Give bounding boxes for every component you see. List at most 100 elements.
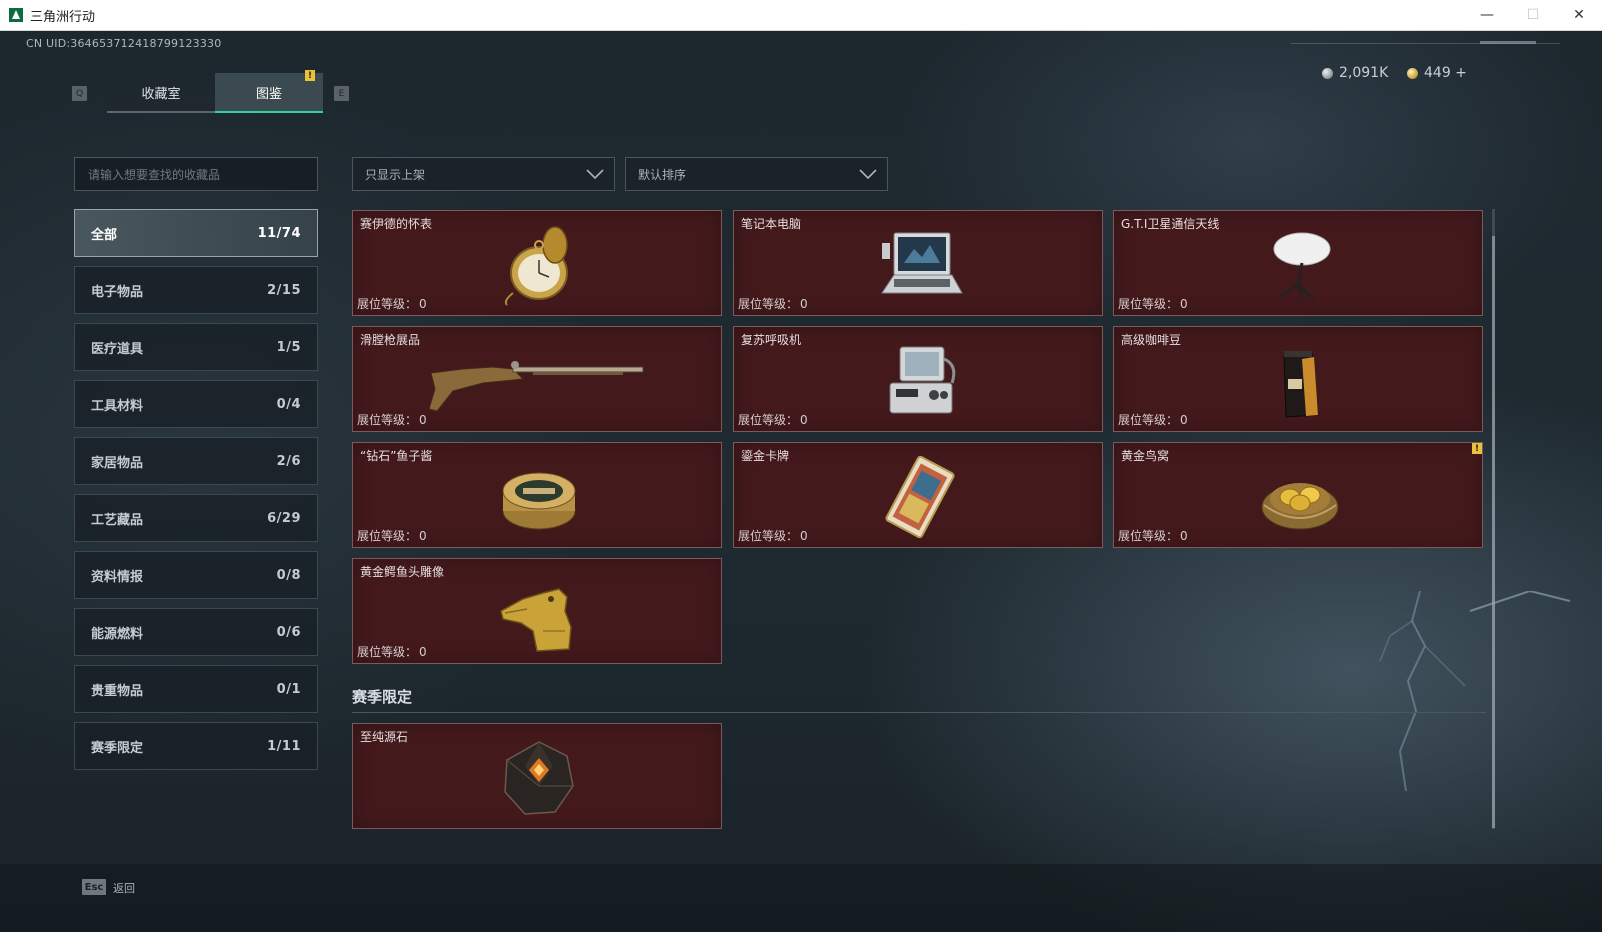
main-tabs: 收藏室 图鉴 bbox=[107, 73, 323, 113]
item-level: 展位等级： 0 bbox=[1118, 529, 1188, 543]
display-filter-dropdown[interactable]: 只显示上架 bbox=[352, 157, 615, 191]
top-indicator bbox=[1480, 41, 1536, 44]
currency-gold-value: 449 + bbox=[1424, 65, 1467, 81]
category-crafts[interactable]: 工艺藏品 6/29 bbox=[74, 494, 318, 542]
back-button[interactable]: 返回 bbox=[113, 880, 135, 896]
item-name: 笔记本电脑 bbox=[741, 217, 802, 231]
item-level: 展位等级： 0 bbox=[357, 297, 427, 311]
codex-alert-badge: ! bbox=[305, 70, 315, 81]
list-scrollbar-thumb[interactable] bbox=[1492, 236, 1495, 828]
category-count: 6/29 bbox=[267, 510, 301, 526]
item-level: 展位等级： 0 bbox=[738, 413, 808, 427]
item-level: 展位等级： 0 bbox=[1118, 297, 1188, 311]
satellite-dish-icon bbox=[1273, 232, 1331, 302]
currency-gold[interactable]: 449 + bbox=[1407, 65, 1467, 81]
caviar-tin-icon bbox=[502, 472, 576, 530]
category-household[interactable]: 家居物品 2/6 bbox=[74, 437, 318, 485]
ventilator-icon bbox=[889, 346, 956, 414]
category-count: 2/15 bbox=[267, 282, 301, 298]
item-card[interactable]: 复苏呼吸机 展位等级： 0 bbox=[733, 326, 1103, 432]
background-lightning bbox=[1379, 591, 1570, 792]
tab-collection-room[interactable]: 收藏室 bbox=[107, 73, 215, 113]
window-controls: — ☐ ✕ bbox=[1464, 0, 1602, 30]
section-divider bbox=[352, 712, 1486, 713]
category-count: 11/74 bbox=[257, 225, 301, 241]
category-label: 工艺藏品 bbox=[91, 512, 144, 528]
golden-nest-icon bbox=[1261, 483, 1339, 530]
item-card[interactable]: G.T.I卫星通信天线 展位等级： 0 bbox=[1113, 210, 1483, 316]
category-count: 0/8 bbox=[276, 567, 301, 583]
category-label: 资料情报 bbox=[91, 569, 144, 585]
item-card[interactable]: “钻石”鱼子酱 展位等级： 0 bbox=[352, 442, 722, 548]
currency-silver-value: 2,091K bbox=[1339, 65, 1389, 81]
item-name: G.T.I卫星通信天线 bbox=[1121, 217, 1220, 231]
item-card[interactable]: 滑膛枪展品 展位等级： 0 bbox=[352, 326, 722, 432]
category-season-limited[interactable]: 赛季限定 1/11 bbox=[74, 722, 318, 770]
item-card[interactable]: 赛伊德的怀表 展位等级： 0 bbox=[352, 210, 722, 316]
category-label: 赛季限定 bbox=[91, 740, 144, 756]
sort-dropdown[interactable]: 默认排序 bbox=[625, 157, 888, 191]
category-count: 1/5 bbox=[276, 339, 301, 355]
item-level: 展位等级： 0 bbox=[357, 413, 427, 427]
prev-tab-key-hint[interactable]: Q bbox=[72, 86, 87, 101]
gold-coin-icon bbox=[1407, 67, 1418, 79]
category-intel[interactable]: 资料情报 0/8 bbox=[74, 551, 318, 599]
category-count: 0/1 bbox=[276, 681, 301, 697]
item-card[interactable]: 笔记本电脑 展位等级： 0 bbox=[733, 210, 1103, 316]
item-name: 高级咖啡豆 bbox=[1121, 333, 1182, 347]
item-name: “钻石”鱼子酱 bbox=[360, 449, 433, 463]
category-valuables[interactable]: 贵重物品 0/1 bbox=[74, 665, 318, 713]
item-name: 赛伊德的怀表 bbox=[360, 217, 433, 231]
item-name: 滑膛枪展品 bbox=[360, 333, 421, 347]
category-label: 贵重物品 bbox=[91, 683, 144, 699]
section-title-season: 赛季限定 bbox=[352, 688, 413, 706]
item-name: 黄金鸟窝 bbox=[1121, 449, 1170, 463]
laptop-icon bbox=[881, 232, 963, 294]
player-uid: CN UID:364653712418799123330 bbox=[26, 37, 222, 50]
chevron-down-icon bbox=[859, 169, 877, 180]
item-card[interactable]: 高级咖啡豆 展位等级： 0 bbox=[1113, 326, 1483, 432]
item-level: 展位等级： 0 bbox=[738, 297, 808, 311]
item-name: 复苏呼吸机 bbox=[741, 333, 802, 347]
silver-coin-icon bbox=[1322, 67, 1333, 79]
item-level: 展位等级： 0 bbox=[1118, 413, 1188, 427]
category-electronics[interactable]: 电子物品 2/15 bbox=[74, 266, 318, 314]
minimize-button[interactable]: — bbox=[1464, 0, 1510, 30]
category-label: 医疗道具 bbox=[91, 341, 144, 357]
category-count: 0/6 bbox=[276, 624, 301, 640]
item-name: 至纯源石 bbox=[360, 730, 409, 744]
currency-silver[interactable]: 2,091K bbox=[1322, 65, 1388, 81]
close-button[interactable]: ✕ bbox=[1556, 0, 1602, 30]
category-all[interactable]: 全部 11/74 bbox=[74, 209, 318, 257]
item-name: 鎏金卡牌 bbox=[741, 449, 790, 463]
category-label: 能源燃料 bbox=[91, 626, 144, 642]
category-count: 2/6 bbox=[276, 453, 301, 469]
category-label: 全部 bbox=[91, 227, 118, 243]
item-name: 黄金鳄鱼头雕像 bbox=[360, 565, 445, 579]
item-card[interactable]: 黄金鳄鱼头雕像 展位等级： 0 bbox=[352, 558, 722, 664]
item-level: 展位等级： 0 bbox=[738, 529, 808, 543]
window-titlebar: 三角洲行动 — ☐ ✕ bbox=[0, 0, 1602, 31]
category-energy[interactable]: 能源燃料 0/6 bbox=[74, 608, 318, 656]
chevron-down-icon bbox=[586, 169, 604, 180]
category-label: 家居物品 bbox=[91, 455, 144, 471]
item-card[interactable]: 至纯源石 bbox=[352, 723, 722, 829]
next-tab-key-hint[interactable]: E bbox=[334, 86, 349, 101]
category-medical[interactable]: 医疗道具 1/5 bbox=[74, 323, 318, 371]
gilded-card-icon bbox=[885, 455, 955, 539]
item-alert-badge: ! bbox=[1472, 443, 1482, 454]
musket-icon bbox=[428, 361, 644, 412]
crocodile-statue-icon bbox=[500, 588, 572, 652]
maximize-button[interactable]: ☐ bbox=[1510, 0, 1556, 30]
item-card[interactable]: 鎏金卡牌 展位等级： 0 bbox=[733, 442, 1103, 548]
category-tools[interactable]: 工具材料 0/4 bbox=[74, 380, 318, 428]
collection-search-input[interactable]: 请输入想要查找的收藏品 bbox=[74, 157, 318, 191]
item-card[interactable]: 黄金鸟窝 展位等级： 0 ! bbox=[1113, 442, 1483, 548]
category-label: 工具材料 bbox=[91, 398, 144, 414]
category-label: 电子物品 bbox=[91, 284, 144, 300]
pocket-watch-icon bbox=[504, 226, 568, 306]
sort-value: 默认排序 bbox=[638, 167, 687, 182]
item-level: 展位等级： 0 bbox=[357, 645, 427, 659]
esc-key-hint[interactable]: Esc bbox=[82, 879, 106, 895]
category-count: 1/11 bbox=[267, 738, 301, 754]
